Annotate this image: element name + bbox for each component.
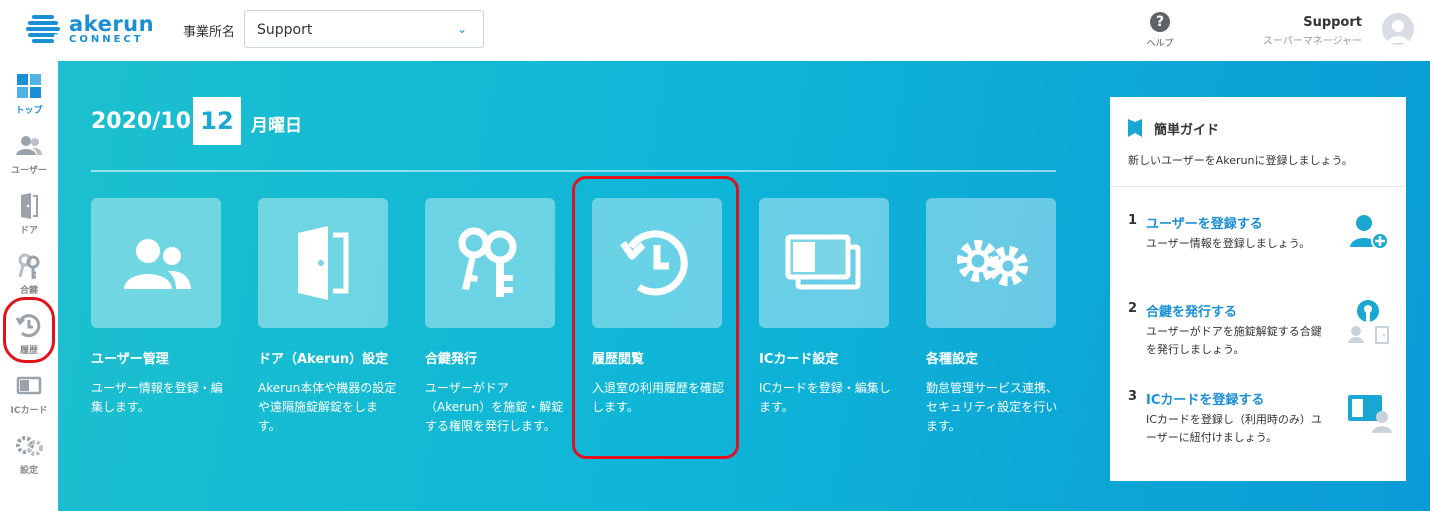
logo-subtext: CONNECT bbox=[69, 34, 144, 45]
sidebar-item-users[interactable]: ユーザー bbox=[0, 125, 58, 185]
sidebar-item-top[interactable]: トップ bbox=[0, 65, 58, 125]
key-user-icon bbox=[1348, 300, 1389, 344]
key-icon bbox=[18, 253, 40, 279]
step-link-register-ic-card[interactable]: ICカードを登録する bbox=[1146, 389, 1264, 408]
sidebar-item-key[interactable]: 合鍵 bbox=[0, 245, 58, 305]
avatar-person-icon bbox=[1387, 20, 1409, 43]
sidebar: トップ ユーザー ドア 合鍵 履歴 ICカード 設定 bbox=[0, 61, 58, 511]
sidebar-item-ic-card[interactable]: ICカード bbox=[0, 365, 58, 425]
sidebar-item-label: 設定 bbox=[19, 466, 38, 476]
key-icon bbox=[458, 227, 517, 297]
step-description: ユーザーがドアを施錠解錠する合鍵を発行しましょう。 bbox=[1146, 325, 1322, 356]
card-description: ユーザーがドア（Akerun）を施錠・解錠する権限を発行します。 bbox=[425, 381, 564, 433]
gear-icon bbox=[16, 436, 43, 456]
card-tile[interactable] bbox=[926, 198, 1056, 328]
step-link-issue-key[interactable]: 合鍵を発行する bbox=[1146, 301, 1237, 320]
logo-text: akerun bbox=[69, 12, 155, 36]
bookmark-icon bbox=[1128, 119, 1142, 137]
users-icon bbox=[124, 239, 191, 289]
card-title: 合鍵発行 bbox=[425, 352, 478, 367]
logo-mark-icon bbox=[26, 15, 60, 43]
top-grid-icon bbox=[17, 74, 41, 98]
step-number: 1 bbox=[1128, 213, 1138, 228]
ic-card-icon bbox=[785, 234, 861, 290]
sidebar-item-door[interactable]: ドア bbox=[0, 185, 58, 245]
sidebar-item-label: トップ bbox=[15, 106, 43, 116]
card-tile[interactable] bbox=[425, 198, 555, 328]
divider bbox=[91, 170, 1056, 172]
step-description: ICカードを登録し（利用時のみ）ユーザーに紐付けましょう。 bbox=[1146, 413, 1322, 444]
card-description: Akerun本体や機器の設定や遠隔施錠解錠をします。 bbox=[258, 381, 397, 433]
help-label: ヘルプ bbox=[1146, 39, 1174, 49]
office-select[interactable]: Support ⌄ bbox=[244, 10, 484, 48]
sidebar-item-label: ICカード bbox=[10, 406, 48, 416]
add-user-icon bbox=[1350, 215, 1389, 250]
avatar[interactable] bbox=[1382, 13, 1414, 45]
card-tile[interactable] bbox=[91, 198, 221, 328]
office-select-value: Support bbox=[257, 22, 313, 38]
main-area: 2020/10 12 月曜日 ユーザー管理 ユーザー情報を登録・編集します。 ド… bbox=[58, 61, 1430, 511]
card-title: ユーザー管理 bbox=[91, 352, 169, 367]
door-icon bbox=[21, 193, 38, 219]
ic-card-user-icon bbox=[1348, 395, 1392, 433]
step-description: ユーザー情報を登録しましょう。 bbox=[1146, 237, 1311, 250]
help-icon: ? bbox=[1150, 12, 1170, 32]
quick-guide-panel: 簡単ガイド 新しいユーザーをAkerunに登録しましょう。 1 ユーザーを登録す… bbox=[1110, 97, 1406, 481]
users-icon bbox=[16, 136, 42, 155]
card-key-issue[interactable]: 合鍵発行 ユーザーがドア（Akerun）を施錠・解錠する権限を発行します。 bbox=[425, 198, 565, 436]
office-label: 事業所名 bbox=[183, 25, 236, 40]
sidebar-item-label: 合鍵 bbox=[19, 286, 38, 296]
card-tile[interactable] bbox=[258, 198, 388, 328]
sidebar-item-label: ユーザー bbox=[11, 166, 47, 176]
user-name[interactable]: Support bbox=[1303, 15, 1362, 30]
akerun-logo[interactable]: akerun CONNECT bbox=[26, 12, 154, 48]
card-description: ICカードを登録・編集します。 bbox=[759, 381, 891, 414]
card-title: 各種設定 bbox=[926, 352, 979, 367]
step-number: 3 bbox=[1128, 389, 1138, 404]
ic-card-icon bbox=[16, 376, 42, 395]
card-title: ICカード設定 bbox=[759, 352, 839, 367]
chevron-down-icon: ⌄ bbox=[456, 22, 467, 36]
sidebar-history-highlight bbox=[3, 297, 55, 363]
date-day: 12 bbox=[193, 97, 241, 145]
card-user-management[interactable]: ユーザー管理 ユーザー情報を登録・編集します。 bbox=[91, 198, 231, 417]
header: akerun CONNECT 事業所名 Support ⌄ ? ヘルプ Supp… bbox=[0, 0, 1430, 61]
card-description: ユーザー情報を登録・編集します。 bbox=[91, 381, 223, 414]
user-role: スーパーマネージャー bbox=[1262, 36, 1362, 47]
card-title: ドア（Akerun）設定 bbox=[258, 352, 389, 367]
card-ic-card[interactable]: ICカード設定 ICカードを登録・編集します。 bbox=[759, 198, 899, 417]
date-weekday: 月曜日 bbox=[251, 116, 302, 136]
history-card-highlight bbox=[572, 176, 739, 459]
step-number: 2 bbox=[1128, 301, 1138, 316]
date-year-month: 2020/10 bbox=[91, 109, 191, 134]
sidebar-item-label: ドア bbox=[19, 226, 38, 236]
card-tile[interactable] bbox=[759, 198, 889, 328]
step-link-register-user[interactable]: ユーザーを登録する bbox=[1146, 213, 1263, 232]
card-settings[interactable]: 各種設定 勤怠管理サービス連携、セキュリティ設定を行います。 bbox=[926, 198, 1066, 436]
sidebar-item-settings[interactable]: 設定 bbox=[0, 425, 58, 485]
gear-icon bbox=[957, 240, 1028, 286]
guide-subtitle: 新しいユーザーをAkerunに登録しましょう。 bbox=[1128, 154, 1353, 167]
card-description: 勤怠管理サービス連携、セキュリティ設定を行います。 bbox=[926, 381, 1059, 433]
card-door-settings[interactable]: ドア（Akerun）設定 Akerun本体や機器の設定や遠隔施錠解錠をします。 bbox=[258, 198, 398, 436]
guide-header: 簡単ガイド 新しいユーザーをAkerunに登録しましょう。 bbox=[1110, 97, 1406, 187]
help-button[interactable]: ? ヘルプ bbox=[1140, 12, 1180, 52]
guide-title: 簡単ガイド bbox=[1154, 123, 1220, 138]
door-icon bbox=[298, 226, 349, 300]
